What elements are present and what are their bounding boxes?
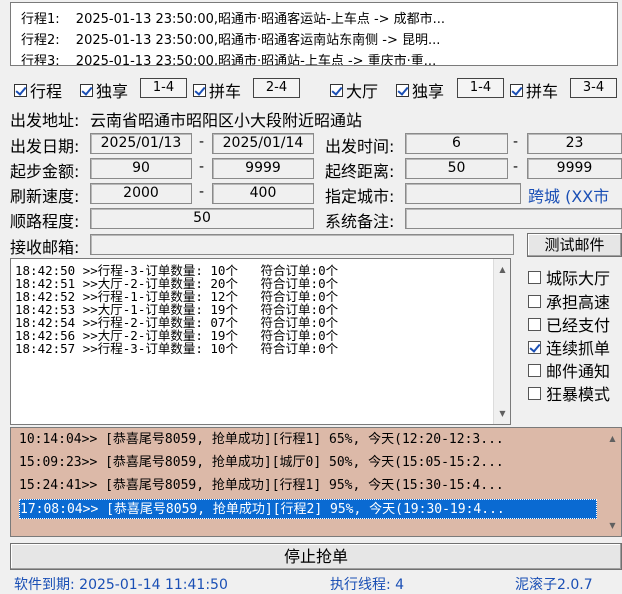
checkbox-check-icon xyxy=(510,83,523,97)
email-label: 接收邮箱: xyxy=(10,238,80,257)
checkbox-icon xyxy=(528,317,541,331)
trip-label: 行程 xyxy=(30,82,63,101)
start-amount-label: 起步金额: xyxy=(10,162,80,181)
route-label: 行程1: xyxy=(21,12,60,27)
checkbox-icon xyxy=(528,363,541,377)
expiry-status: 软件到期: 2025-01-14 11:41:50 xyxy=(14,577,228,593)
route-row[interactable]: 行程2: 2025-01-13 23:50:00,昭通市·昭通客运南站东南侧 -… xyxy=(21,29,440,48)
log-scrollbar[interactable]: ▲ ▼ xyxy=(493,259,510,424)
success-row-selected[interactable]: 17:08:04>> [恭喜尾号8059, 抢单成功][行程2] 95%, 今天… xyxy=(19,499,597,519)
amount-from-field[interactable]: 90 xyxy=(90,158,192,179)
exclusive-range[interactable]: 1-4 xyxy=(140,78,187,98)
option-label: 城际大厅 xyxy=(546,269,611,288)
version-status: 泥滚子2.0.7 xyxy=(515,577,593,593)
option-label: 已经支付 xyxy=(546,316,611,335)
threads-status: 执行线程: 4 xyxy=(330,577,405,593)
hall-carpool-range[interactable]: 3-4 xyxy=(570,78,617,98)
checkbox-check-icon xyxy=(193,83,206,97)
distance-from-field[interactable]: 50 xyxy=(405,158,508,179)
scroll-up-icon[interactable]: ▲ xyxy=(604,430,621,447)
hall-carpool-checkbox[interactable]: 拼车 xyxy=(510,78,558,102)
depart-addr-label: 出发地址: xyxy=(10,111,80,130)
log-list[interactable]: 18:42:50 >>行程-3-订单数量: 10个 符合订单:0个 18:42:… xyxy=(10,258,511,425)
route-text: 2025-01-13 23:50:00,昭通市·昭通客运南站东南侧 -> 昆明.… xyxy=(75,33,441,48)
route-text: 2025-01-13 23:50:00,昭通市·昭通站-上车点 -> 重庆市·重… xyxy=(75,54,437,66)
option-paid[interactable]: 已经支付 xyxy=(528,312,610,336)
remark-label: 系统备注: xyxy=(325,212,395,231)
checkbox-check-icon xyxy=(80,83,93,97)
exclusive-checkbox[interactable]: 独享 xyxy=(80,78,128,102)
option-intercity-hall[interactable]: 城际大厅 xyxy=(528,265,610,289)
date-from-field[interactable]: 2025/01/13 xyxy=(90,133,192,154)
depart-addr-value[interactable]: 云南省昭通市昭阳区小大段附近昭通站 xyxy=(90,107,362,131)
option-highway-cost[interactable]: 承担高速 xyxy=(528,289,610,313)
city-label: 指定城市: xyxy=(325,187,395,206)
trip-checkbox[interactable]: 行程 xyxy=(14,78,62,102)
date-to-field[interactable]: 2025/01/14 xyxy=(212,133,314,154)
hall-exclusive-checkbox[interactable]: 独享 xyxy=(396,78,444,102)
checkbox-icon xyxy=(528,386,541,400)
route-degree-field[interactable]: 50 xyxy=(90,208,314,229)
carpool-checkbox[interactable]: 拼车 xyxy=(193,78,241,102)
success-row[interactable]: 15:09:23>> [恭喜尾号8059, 抢单成功][城厅0] 50%, 今天… xyxy=(19,453,504,473)
date-dash: - xyxy=(199,134,205,150)
success-list[interactable]: 10:14:04>> [恭喜尾号8059, 抢单成功][行程1] 65%, 今天… xyxy=(10,427,622,537)
refresh-from-field[interactable]: 2000 xyxy=(90,183,192,204)
amount-dash: - xyxy=(199,159,205,175)
option-email-notify[interactable]: 邮件通知 xyxy=(528,358,610,382)
log-line: 18:42:57 >>行程-3-订单数量: 10个 符合订单:0个 xyxy=(15,341,339,356)
time-dash: - xyxy=(513,134,519,150)
route-degree-label: 顺路程度: xyxy=(10,212,80,231)
scroll-down-icon[interactable]: ▼ xyxy=(604,517,621,534)
carpool-range[interactable]: 2-4 xyxy=(253,78,300,98)
option-continuous-grab[interactable]: 连续抓单 xyxy=(528,335,610,359)
checkbox-check-icon xyxy=(330,83,343,97)
scroll-down-icon[interactable]: ▼ xyxy=(494,405,510,422)
success-scrollbar[interactable]: ▲ ▼ xyxy=(604,428,621,536)
hall-exclusive-label: 独享 xyxy=(412,82,445,101)
refresh-to-field[interactable]: 400 xyxy=(212,183,314,204)
checkbox-check-icon xyxy=(396,83,409,97)
checkbox-check-icon xyxy=(14,83,27,97)
test-email-button[interactable]: 测试邮件 xyxy=(527,233,622,257)
route-label: 行程2: xyxy=(21,33,60,48)
distance-to-field[interactable]: 9999 xyxy=(527,158,622,179)
amount-to-field[interactable]: 9999 xyxy=(212,158,314,179)
time-from-field[interactable]: 6 xyxy=(405,133,508,154)
option-label: 连续抓单 xyxy=(546,339,611,358)
refresh-label: 刷新速度: xyxy=(10,187,80,206)
hall-label: 大厅 xyxy=(346,82,379,101)
time-to-field[interactable]: 23 xyxy=(527,133,622,154)
route-text: 2025-01-13 23:50:00,昭通市·昭通客运站-上车点 -> 成都市… xyxy=(75,12,446,27)
distance-label: 起终距离: xyxy=(325,162,395,181)
scroll-up-icon[interactable]: ▲ xyxy=(494,261,510,278)
refresh-dash: - xyxy=(199,184,205,200)
success-row[interactable]: 15:24:41>> [恭喜尾号8059, 抢单成功][行程1] 95%, 今天… xyxy=(19,476,504,496)
route-list[interactable]: 行程1: 2025-01-13 23:50:00,昭通市·昭通客运站-上车点 -… xyxy=(10,2,618,66)
remark-field[interactable] xyxy=(405,208,622,229)
option-label: 承担高速 xyxy=(546,293,611,312)
depart-time-label: 出发时间: xyxy=(325,137,395,156)
option-rage-mode[interactable]: 狂暴模式 xyxy=(528,381,610,405)
route-label: 行程3: xyxy=(21,54,60,66)
option-label: 邮件通知 xyxy=(546,362,611,381)
option-label: 狂暴模式 xyxy=(546,385,611,404)
email-field[interactable] xyxy=(90,234,514,255)
checkbox-check-icon xyxy=(528,340,541,354)
distance-dash: - xyxy=(513,159,519,175)
city-field[interactable] xyxy=(405,183,521,204)
route-row[interactable]: 行程1: 2025-01-13 23:50:00,昭通市·昭通客运站-上车点 -… xyxy=(21,8,445,27)
checkbox-icon xyxy=(528,270,541,284)
depart-date-label: 出发日期: xyxy=(10,137,80,156)
stop-grab-button[interactable]: 停止抢单 xyxy=(10,543,622,570)
success-row[interactable]: 10:14:04>> [恭喜尾号8059, 抢单成功][行程1] 65%, 今天… xyxy=(19,430,504,450)
checkbox-icon xyxy=(528,294,541,308)
cross-city-link[interactable]: 跨城 (XX市 xyxy=(528,183,609,207)
hall-carpool-label: 拼车 xyxy=(526,82,559,101)
route-row[interactable]: 行程3: 2025-01-13 23:50:00,昭通市·昭通站-上车点 -> … xyxy=(21,50,437,66)
hall-checkbox[interactable]: 大厅 xyxy=(330,78,378,102)
hall-exclusive-range[interactable]: 1-4 xyxy=(457,78,504,98)
exclusive-label: 独享 xyxy=(96,82,129,101)
carpool-label: 拼车 xyxy=(209,82,242,101)
